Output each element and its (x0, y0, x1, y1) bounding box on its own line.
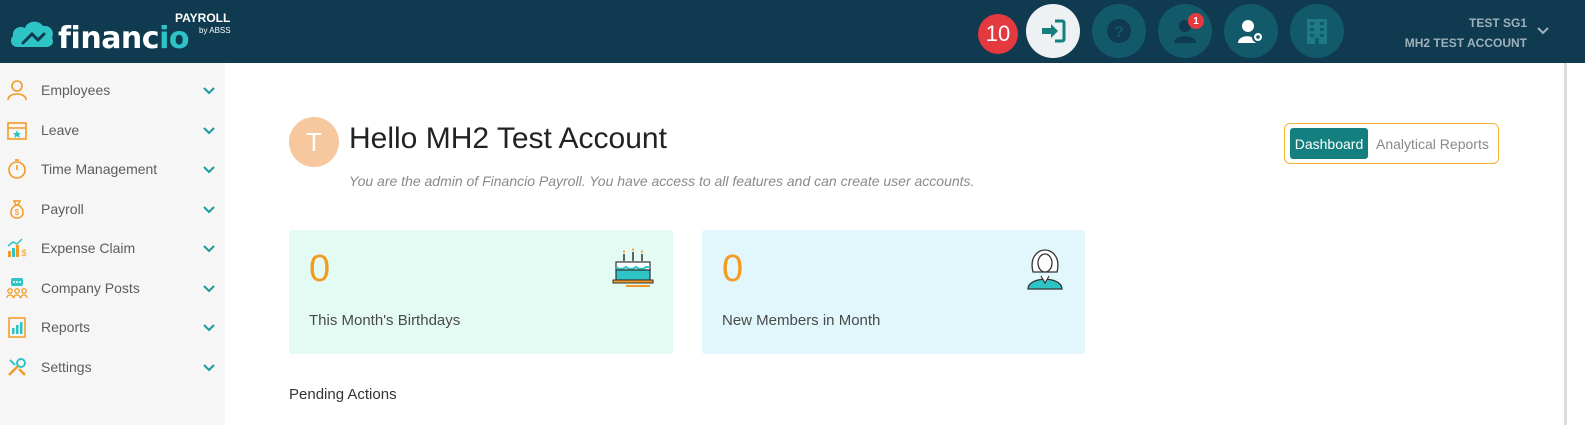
sidebar-item-label: Settings (41, 359, 92, 375)
stopwatch-icon (8, 159, 26, 179)
user-settings-icon (1238, 20, 1264, 43)
sidebar-item-label: Reports (41, 319, 91, 335)
sidebar-item-leave[interactable]: Leave (0, 112, 225, 148)
page-title: Hello MH2 Test Account (349, 122, 667, 155)
sidebar-item-label: Leave (41, 122, 80, 138)
login-icon (1042, 19, 1066, 43)
notifications-count-badge[interactable]: 10 (978, 14, 1018, 54)
pending-actions-heading: Pending Actions (289, 386, 397, 403)
sidebar: Employees Leave Time Management $ Payrol… (0, 63, 225, 425)
account-switcher[interactable]: TEST SG1 MH2 TEST ACCOUNT (1405, 13, 1527, 53)
people-button[interactable] (1158, 4, 1212, 58)
svg-text:$: $ (21, 248, 26, 258)
chevron-down-icon (203, 127, 215, 135)
birthdays-label: This Month's Birthdays (309, 312, 461, 329)
avatar: T (289, 117, 339, 167)
new-members-card[interactable]: 0 New Members in Month (702, 230, 1085, 354)
company-button[interactable] (1290, 4, 1344, 58)
sidebar-item-label: Expense Claim (41, 240, 136, 256)
view-toggle: Dashboard Analytical Reports (1284, 123, 1499, 164)
sidebar-item-time-management[interactable]: Time Management (0, 151, 225, 187)
chevron-down-icon (203, 87, 215, 95)
tab-dashboard[interactable]: Dashboard (1290, 128, 1368, 159)
sidebar-item-label: Time Management (41, 161, 158, 177)
chevron-down-icon (203, 166, 215, 174)
svg-text:?: ? (1114, 24, 1124, 41)
settings-tools-icon (8, 358, 26, 376)
sidebar-item-label: Payroll (41, 201, 84, 217)
new-members-label: New Members in Month (722, 312, 881, 329)
sidebar-item-employees[interactable]: Employees (0, 72, 225, 108)
calendar-icon (7, 122, 27, 140)
chevron-down-icon[interactable] (1536, 24, 1550, 38)
birthdays-card[interactable]: 0 This Month's Birthdays (289, 230, 673, 354)
building-icon (1307, 19, 1327, 44)
page-subtitle: You are the admin of Financio Payroll. Y… (349, 173, 975, 189)
new-member-icon (1027, 249, 1063, 290)
money-bag-icon: $ (10, 200, 24, 219)
chart-dollar-icon: $ (7, 238, 27, 258)
account-company: TEST SG1 (1468, 16, 1527, 30)
sidebar-item-reports[interactable]: Reports (0, 309, 225, 345)
top-header: financio PAYROLL by ABSS 10 ? 1 TEST SG1… (0, 0, 1585, 63)
user-settings-button[interactable] (1224, 4, 1278, 58)
chevron-down-icon (203, 206, 215, 214)
sidebar-item-label: Employees (41, 82, 111, 98)
sidebar-item-company-posts[interactable]: Company Posts (0, 270, 225, 306)
report-icon (8, 317, 26, 338)
logo-wordmark: financio (58, 21, 189, 56)
chevron-down-icon (203, 245, 215, 253)
financio-payroll-logo[interactable]: financio PAYROLL by ABSS (8, 12, 238, 54)
chevron-down-icon (203, 364, 215, 372)
help-icon: ? (1107, 19, 1131, 43)
birthdays-count: 0 (309, 248, 331, 290)
logo-product-name: PAYROLL (175, 11, 231, 25)
account-name: MH2 TEST ACCOUNT (1404, 36, 1527, 50)
person-icon (7, 80, 27, 101)
page-scrollbar[interactable] (1564, 63, 1567, 425)
cloud-logo-icon (10, 21, 54, 47)
new-members-count: 0 (722, 248, 744, 290)
chevron-down-icon (203, 285, 215, 293)
chat-group-icon (6, 278, 28, 299)
tab-analytical-reports[interactable]: Analytical Reports (1376, 128, 1489, 159)
sidebar-item-label: Company Posts (41, 280, 140, 296)
svg-text:$: $ (15, 208, 20, 217)
logo-by-abss: by ABSS (199, 26, 231, 35)
login-button[interactable] (1026, 4, 1080, 58)
help-button[interactable]: ? (1092, 4, 1146, 58)
people-notification-badge: 1 (1188, 13, 1204, 29)
chevron-down-icon (203, 324, 215, 332)
sidebar-item-payroll[interactable]: $ Payroll (0, 191, 225, 227)
birthday-cake-icon (612, 248, 654, 287)
sidebar-item-settings[interactable]: Settings (0, 349, 225, 385)
sidebar-item-expense-claim[interactable]: $ Expense Claim (0, 230, 225, 266)
